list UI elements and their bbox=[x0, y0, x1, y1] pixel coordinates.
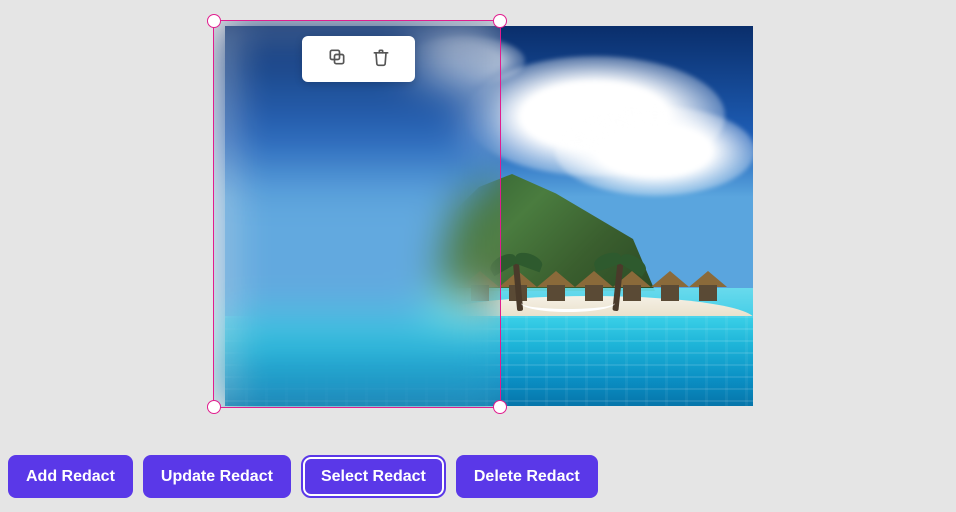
resize-handle-top-left[interactable] bbox=[207, 14, 221, 28]
trash-icon bbox=[371, 47, 391, 71]
select-redact-button[interactable]: Select Redact bbox=[301, 455, 446, 498]
copy-icon bbox=[327, 47, 347, 71]
update-redact-button[interactable]: Update Redact bbox=[143, 455, 291, 498]
copy-button[interactable] bbox=[325, 47, 349, 71]
action-bar: Add Redact Update Redact Select Redact D… bbox=[8, 455, 598, 498]
select-redact-label: Select Redact bbox=[305, 459, 442, 494]
selection-toolbar bbox=[302, 36, 415, 82]
add-redact-button[interactable]: Add Redact bbox=[8, 455, 133, 498]
delete-redact-button[interactable]: Delete Redact bbox=[456, 455, 598, 498]
delete-button[interactable] bbox=[369, 47, 393, 71]
resize-handle-bottom-right[interactable] bbox=[493, 400, 507, 414]
resize-handle-bottom-left[interactable] bbox=[207, 400, 221, 414]
resize-handle-top-right[interactable] bbox=[493, 14, 507, 28]
